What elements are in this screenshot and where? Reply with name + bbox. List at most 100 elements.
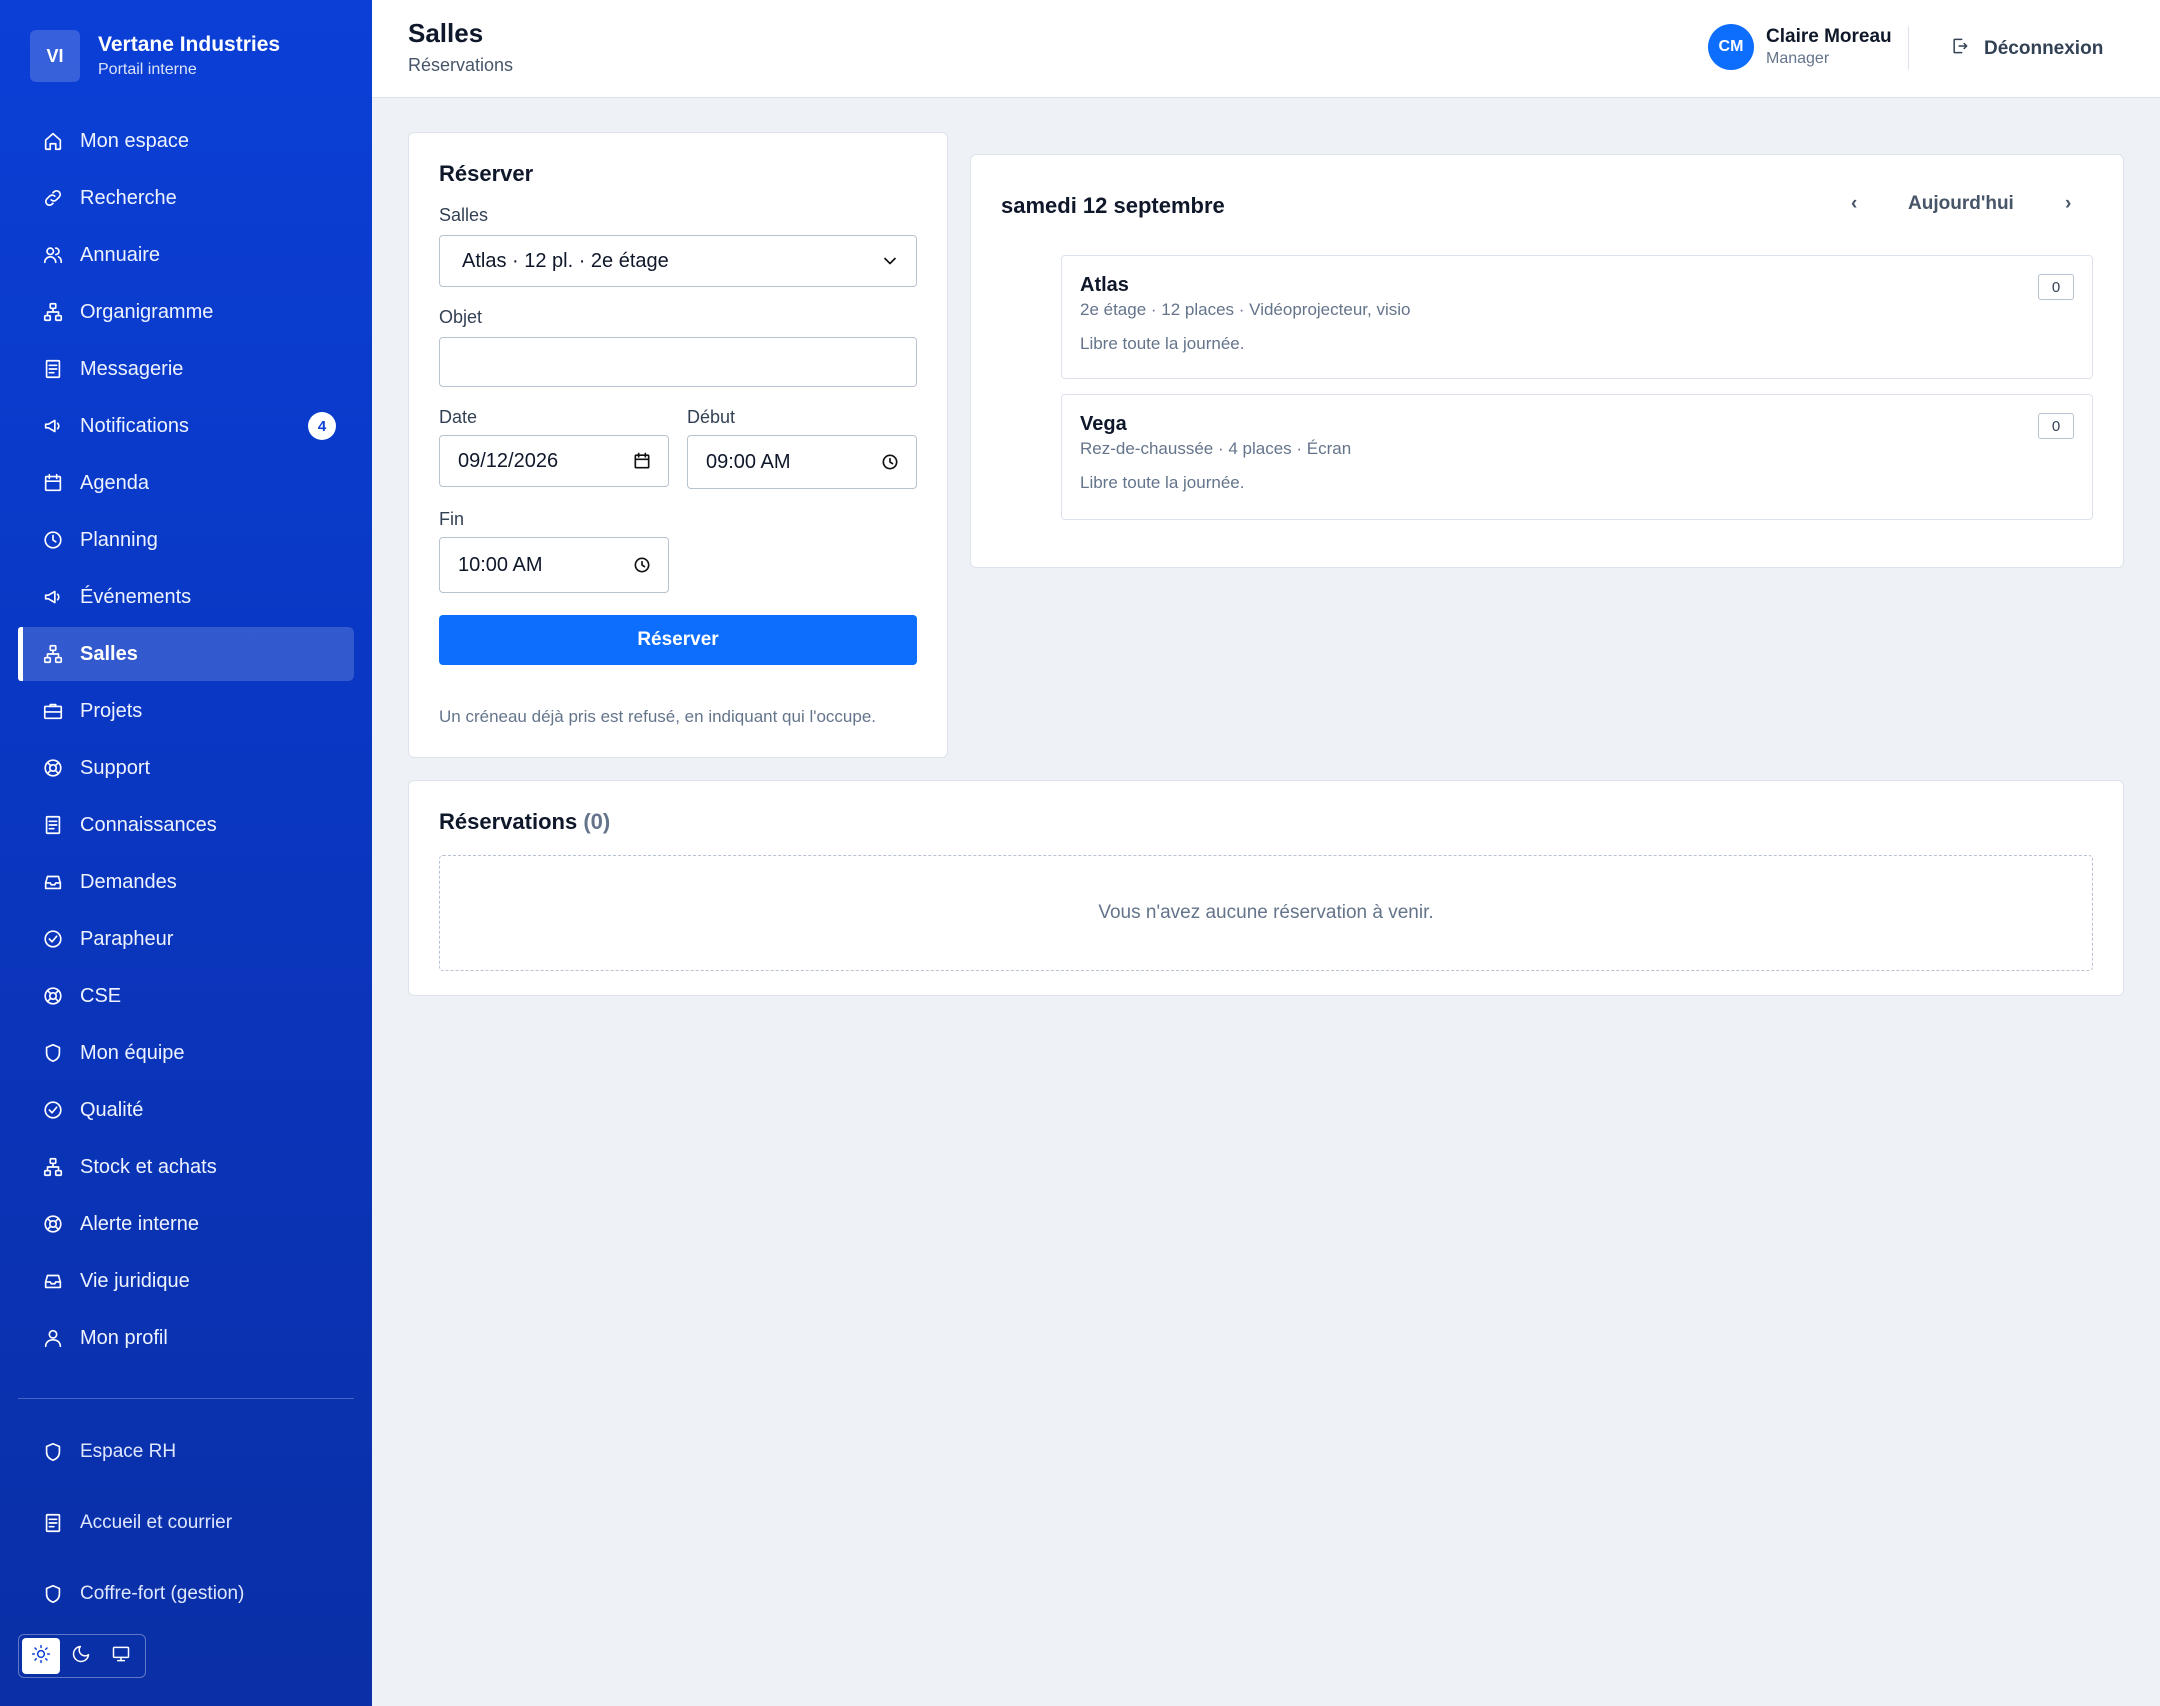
sidebar-item-mon-espace[interactable]: Mon espace xyxy=(18,114,354,168)
sidebar-item-demandes[interactable]: Demandes xyxy=(18,855,354,909)
room-select[interactable]: Atlas · 12 pl. · 2e étage xyxy=(439,235,917,287)
today-button[interactable]: Aujourd'hui xyxy=(1908,193,2014,215)
booking-hint: Un créneau déjà pris est refusé, en indi… xyxy=(439,707,877,726)
sidebar-item-label: Support xyxy=(80,756,151,779)
sidebar-item-organigramme[interactable]: Organigramme xyxy=(18,285,354,339)
sidebar-item-label: Accueil et courrier xyxy=(80,1512,233,1533)
shield-icon xyxy=(42,1583,64,1605)
sidebar-item-label: Mon espace xyxy=(80,129,189,152)
clock-icon[interactable] xyxy=(632,555,652,575)
sidebar-item-projets[interactable]: Projets xyxy=(18,684,354,738)
user-icon xyxy=(42,1327,64,1349)
next-day-button[interactable]: › xyxy=(2065,193,2071,215)
sidebar-item-salles[interactable]: Salles xyxy=(18,627,354,681)
brand[interactable]: VI Vertane Industries Portail interne xyxy=(30,30,280,82)
theme-system-button[interactable] xyxy=(102,1638,140,1674)
room-card-vega[interactable]: Vega Rez-de-chaussée · 4 places · Écran … xyxy=(1061,394,2093,520)
prev-day-button[interactable]: ‹ xyxy=(1851,193,1857,215)
logout-button[interactable]: Déconnexion xyxy=(1950,36,2103,62)
top-header: Salles Réservations CM Claire Moreau Man… xyxy=(372,0,2160,98)
home-icon xyxy=(42,130,64,152)
sidebar-item-qualite[interactable]: Qualité xyxy=(18,1083,354,1137)
user-menu[interactable]: CM Claire Moreau Manager xyxy=(1708,24,1892,70)
room-status: Libre toute la journée. xyxy=(1080,473,1245,492)
avatar: CM xyxy=(1708,24,1754,70)
moon-icon xyxy=(71,1644,91,1669)
submit-reservation-button[interactable]: Réserver xyxy=(439,615,917,665)
logout-icon xyxy=(1950,36,1984,62)
sidebar-item-support[interactable]: Support xyxy=(18,741,354,795)
sidebar-item-label: Vie juridique xyxy=(80,1269,190,1292)
sidebar-item-recherche[interactable]: Recherche xyxy=(18,171,354,225)
sidebar-item-label: Alerte interne xyxy=(80,1212,199,1235)
reservations-card: Réservations (0) Vous n'avez aucune rése… xyxy=(408,780,2124,996)
sidebar-item-label: Organigramme xyxy=(80,300,214,323)
lifebuoy-icon xyxy=(42,985,64,1007)
sidebar-divider xyxy=(18,1398,354,1399)
start-time-value: 09:00 AM xyxy=(706,450,791,473)
monitor-icon xyxy=(111,1644,131,1669)
sidebar-item-annuaire[interactable]: Annuaire xyxy=(18,228,354,282)
sidebar-item-label: Recherche xyxy=(80,186,177,209)
sidebar-item-stock-et-achats[interactable]: Stock et achats xyxy=(18,1140,354,1194)
sidebar-item-planning[interactable]: Planning xyxy=(18,513,354,567)
chevron-down-icon xyxy=(880,251,900,271)
sidebar-item-vie-juridique[interactable]: Vie juridique xyxy=(18,1254,354,1308)
sidebar-item-label: Demandes xyxy=(80,870,177,893)
sidebar-item-label: Mon équipe xyxy=(80,1041,185,1064)
sidebar-item-alerte-interne[interactable]: Alerte interne xyxy=(18,1197,354,1251)
sidebar-item-notifications[interactable]: Notifications 4 xyxy=(18,399,354,453)
brand-logo: VI xyxy=(30,30,80,82)
sidebar-item-agenda[interactable]: Agenda xyxy=(18,456,354,510)
sidebar-item-coffre-fort-gestion[interactable]: Coffre-fort (gestion) xyxy=(18,1562,354,1626)
room-meta: 2e étage · 12 places · Vidéoprojecteur, … xyxy=(1080,300,1411,319)
sidebar-item-label: Mon profil xyxy=(80,1326,168,1349)
lifebuoy-icon xyxy=(42,1213,64,1235)
theme-light-button[interactable] xyxy=(22,1638,60,1674)
sidebar-item-espace-rh[interactable]: Espace RH xyxy=(18,1420,354,1484)
room-card-atlas[interactable]: Atlas 2e étage · 12 places · Vidéoprojec… xyxy=(1061,255,2093,379)
reservations-title-text: Réservations xyxy=(439,809,578,834)
date-label: Date xyxy=(439,407,478,427)
end-time-value: 10:00 AM xyxy=(458,553,543,576)
sidebar-item-label: Stock et achats xyxy=(80,1155,217,1178)
sidebar-item-parapheur[interactable]: Parapheur xyxy=(18,912,354,966)
megaphone-icon xyxy=(42,586,64,608)
document-icon xyxy=(42,358,64,380)
header-divider xyxy=(1908,26,1909,70)
room-label: Salles xyxy=(439,205,489,225)
sidebar: VI Vertane Industries Portail interne Mo… xyxy=(0,0,372,1706)
clock-icon[interactable] xyxy=(880,452,900,472)
sidebar-item-label: CSE xyxy=(80,984,122,1007)
org-chart-icon xyxy=(42,1156,64,1178)
date-input[interactable]: 09/12/2026 xyxy=(439,435,669,487)
sidebar-item-label: Salles xyxy=(80,642,138,665)
user-name: Claire Moreau xyxy=(1766,26,1892,47)
calendar-icon[interactable] xyxy=(632,451,652,471)
sidebar-item-label: Notifications xyxy=(80,414,189,437)
shield-icon xyxy=(42,1441,64,1463)
room-name: Vega xyxy=(1080,413,1127,435)
end-time-input[interactable]: 10:00 AM xyxy=(439,537,669,593)
start-time-input[interactable]: 09:00 AM xyxy=(687,435,917,489)
users-icon xyxy=(42,244,64,266)
sidebar-item-cse[interactable]: CSE xyxy=(18,969,354,1023)
end-label: Fin xyxy=(439,509,465,529)
briefcase-icon xyxy=(42,700,64,722)
clock-icon xyxy=(42,529,64,551)
day-title: samedi 12 septembre xyxy=(1001,193,1225,218)
sidebar-item-mon-profil[interactable]: Mon profil xyxy=(18,1311,354,1365)
check-circle-icon xyxy=(42,928,64,950)
sidebar-item-accueil-et-courrier[interactable]: Accueil et courrier xyxy=(18,1491,354,1555)
sidebar-item-messagerie[interactable]: Messagerie xyxy=(18,342,354,396)
theme-dark-button[interactable] xyxy=(62,1638,100,1674)
sidebar-item-evenements[interactable]: Événements xyxy=(18,570,354,624)
notification-count-badge: 4 xyxy=(308,412,336,440)
subject-input[interactable] xyxy=(439,337,917,387)
theme-switcher xyxy=(18,1634,146,1678)
room-status: Libre toute la journée. xyxy=(1080,334,1245,353)
sidebar-item-mon-equipe[interactable]: Mon équipe xyxy=(18,1026,354,1080)
room-select-value: Atlas · 12 pl. · 2e étage xyxy=(462,249,669,272)
sidebar-item-connaissances[interactable]: Connaissances xyxy=(18,798,354,852)
org-chart-icon xyxy=(42,643,64,665)
